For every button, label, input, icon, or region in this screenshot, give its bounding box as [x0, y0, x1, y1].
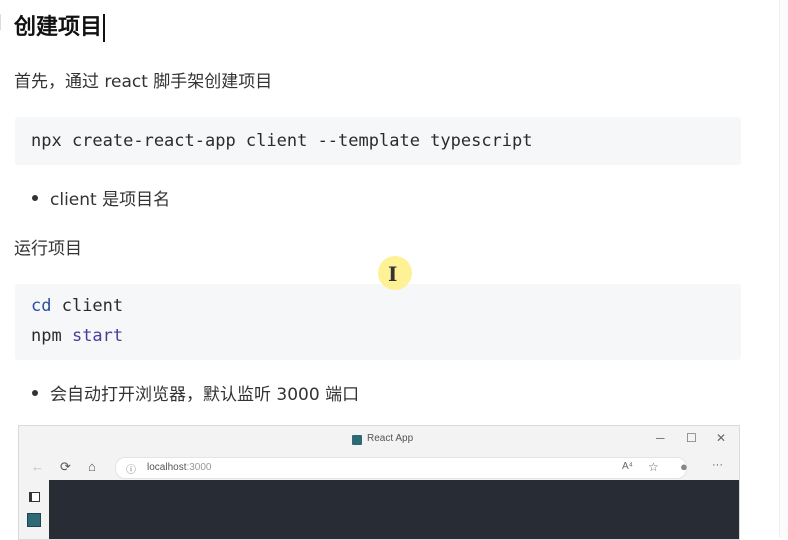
- favorites-icon[interactable]: ☆: [648, 460, 659, 474]
- browser-sidebar: [19, 480, 49, 539]
- browser-titlebar: React App ─ ☐ ✕: [19, 426, 739, 454]
- list-item-text: 会自动打开浏览器，默认监听 3000 端口: [50, 385, 360, 405]
- block-marker: [0, 14, 4, 30]
- code-keyword: start: [71, 326, 124, 346]
- text-cursor-icon: I: [388, 262, 398, 286]
- url-port: :3000: [186, 462, 212, 473]
- home-icon[interactable]: ⌂: [88, 459, 96, 474]
- intro-paragraph: 首先，通过 react 脚手架创建项目: [14, 72, 273, 92]
- list-item: 会自动打开浏览器，默认监听 3000 端口: [32, 383, 359, 407]
- page-viewport: [49, 480, 739, 539]
- run-heading: 运行项目: [14, 239, 82, 259]
- title-text: 创建项目: [14, 15, 103, 40]
- code-keyword: cd: [31, 296, 52, 316]
- sidebar-panel-icon[interactable]: [29, 492, 40, 502]
- page-title[interactable]: 创建项目: [14, 10, 106, 46]
- code-line: cd client: [31, 291, 741, 321]
- code-text: client: [51, 296, 124, 316]
- read-aloud-icon[interactable]: A⁴: [622, 461, 633, 472]
- list-item: client 是项目名: [32, 188, 170, 212]
- tab-title[interactable]: React App: [367, 433, 413, 444]
- scroll-gutter: [779, 0, 788, 538]
- close-icon[interactable]: ✕: [716, 431, 726, 445]
- profile-icon[interactable]: ●: [680, 459, 688, 474]
- back-icon[interactable]: ←: [31, 459, 44, 474]
- code-text: npm: [31, 326, 72, 346]
- address-bar[interactable]: ⓘ localhost:3000 A⁴ ☆: [115, 457, 687, 479]
- code-line: npm start: [31, 321, 741, 351]
- bullet-dot: [32, 195, 38, 201]
- browser-screenshot: React App ─ ☐ ✕ ← ⟳ ⌂ ⓘ localhost:3000 A…: [18, 425, 740, 540]
- react-app-favicon-icon: [352, 435, 362, 445]
- sidebar-app-icon[interactable]: [27, 513, 41, 527]
- text-caret: [103, 14, 106, 42]
- info-icon[interactable]: ⓘ: [126, 461, 136, 476]
- url-host: localhost: [147, 462, 187, 473]
- maximize-icon[interactable]: ☐: [686, 431, 697, 445]
- browser-toolbar: ← ⟳ ⌂ ⓘ localhost:3000 A⁴ ☆ ● ···: [19, 454, 739, 480]
- more-icon[interactable]: ···: [712, 459, 723, 471]
- bullet-dot: [32, 390, 38, 396]
- code-line: npx create-react-app client --template t…: [31, 131, 533, 151]
- url-text: localhost:3000: [147, 462, 212, 473]
- minimize-icon[interactable]: ─: [656, 431, 665, 445]
- refresh-icon[interactable]: ⟳: [60, 459, 71, 475]
- code-block-create[interactable]: npx create-react-app client --template t…: [15, 117, 741, 165]
- list-item-text: client 是项目名: [50, 190, 171, 210]
- code-block-run[interactable]: cd client npm start: [15, 284, 741, 360]
